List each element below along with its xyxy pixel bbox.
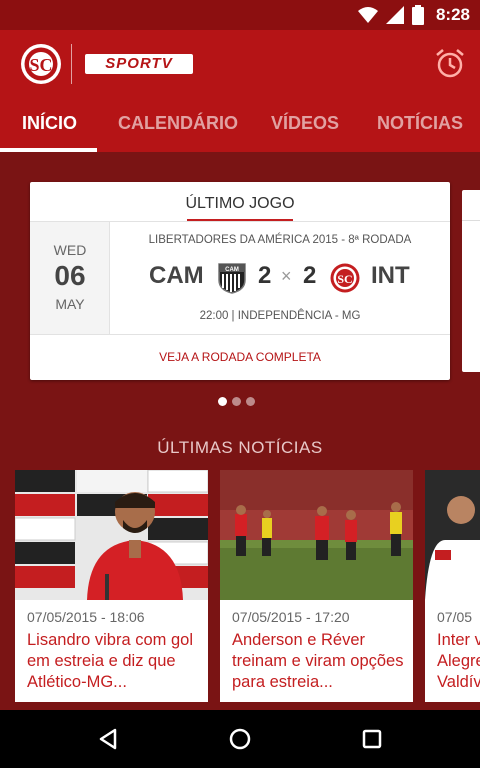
carousel-dots bbox=[218, 397, 255, 406]
svg-text:SC: SC bbox=[29, 55, 52, 75]
competition-label: LIBERTADORES DA AMÉRICA 2015 - 8ª RODADA bbox=[148, 234, 412, 246]
news-photo-players bbox=[425, 470, 480, 600]
status-icons: 8:28 bbox=[357, 5, 470, 25]
app-bar: SC SPORTV bbox=[0, 30, 480, 98]
alarm-clock-icon[interactable] bbox=[434, 47, 466, 79]
tab-inicio[interactable]: INÍCIO bbox=[22, 98, 77, 152]
home-icon[interactable] bbox=[229, 728, 251, 750]
club-crest-icon[interactable]: SC bbox=[20, 43, 62, 85]
full-round-link[interactable]: VEJA A RODADA COMPLETA bbox=[30, 335, 450, 380]
news-headline: Anderson e Réver treinam e viram opções … bbox=[232, 631, 404, 691]
news-photo-press-conference bbox=[15, 470, 208, 600]
news-card[interactable]: 07/05/2015 - 18:06 Lisandro vibra com go… bbox=[15, 470, 208, 702]
news-timestamp: 07/05/2015 - 17:20 bbox=[232, 609, 350, 625]
internacional-crest-icon: SC bbox=[330, 263, 360, 293]
tab-calendario[interactable]: CALENDÁRIO bbox=[118, 98, 238, 152]
home-score: 2 bbox=[258, 262, 272, 289]
away-team: INT bbox=[371, 262, 410, 289]
match-date: WED 06 MAY bbox=[30, 222, 110, 334]
recents-icon[interactable] bbox=[362, 729, 382, 749]
carousel-dot[interactable] bbox=[246, 397, 255, 406]
svg-text:SC: SC bbox=[337, 272, 352, 286]
match-weekday: WED bbox=[53, 242, 87, 258]
system-nav-bar bbox=[0, 710, 480, 768]
carousel-dot[interactable] bbox=[218, 397, 227, 406]
back-icon[interactable] bbox=[97, 728, 119, 750]
tab-bar: INÍCIO CALENDÁRIO VÍDEOS NOTÍCIAS bbox=[0, 98, 480, 152]
signal-icon bbox=[385, 6, 404, 24]
wifi-icon bbox=[357, 7, 378, 23]
battery-icon bbox=[411, 5, 424, 25]
home-team: CAM bbox=[149, 262, 204, 289]
logo-divider bbox=[71, 44, 72, 84]
clock: 8:28 bbox=[435, 5, 470, 24]
news-headline: Inter v Alegre Valdív bbox=[437, 631, 480, 691]
svg-text:CAM: CAM bbox=[225, 267, 239, 273]
news-card[interactable]: 07/05 Inter v Alegre Valdív bbox=[425, 470, 480, 702]
news-card[interactable]: 07/05/2015 - 17:20 Anderson e Réver trei… bbox=[220, 470, 413, 702]
match-venue: 22:00 | INDEPENDÊNCIA - MG bbox=[199, 310, 361, 322]
match-month: MAY bbox=[55, 296, 85, 312]
sportv-logo: SPORTV bbox=[85, 54, 193, 74]
news-headline: Lisandro vibra com gol em estreia e diz … bbox=[27, 631, 193, 691]
carousel-dot[interactable] bbox=[232, 397, 241, 406]
score-separator: × bbox=[281, 266, 292, 286]
news-photo-training bbox=[220, 470, 413, 600]
away-score: 2 bbox=[303, 262, 317, 289]
match-day: 06 bbox=[54, 260, 86, 291]
news-timestamp: 07/05/2015 - 18:06 bbox=[27, 609, 145, 625]
main-content: ÚLTIMO JOGO WED 06 MAY LIBERTADORES DA A… bbox=[0, 152, 480, 710]
news-section-title: ÚLTIMAS NOTÍCIAS bbox=[157, 438, 323, 457]
atletico-mg-crest-icon: CAM bbox=[218, 263, 246, 294]
tab-videos[interactable]: VÍDEOS bbox=[271, 98, 339, 152]
status-bar: 8:28 bbox=[0, 0, 480, 30]
tab-noticias[interactable]: NOTÍCIAS bbox=[377, 98, 463, 152]
last-game-card[interactable]: ÚLTIMO JOGO WED 06 MAY LIBERTADORES DA A… bbox=[30, 182, 450, 380]
next-game-card-peek[interactable] bbox=[462, 190, 480, 372]
news-timestamp: 07/05 bbox=[437, 609, 473, 625]
card-title: ÚLTIMO JOGO bbox=[185, 195, 295, 212]
